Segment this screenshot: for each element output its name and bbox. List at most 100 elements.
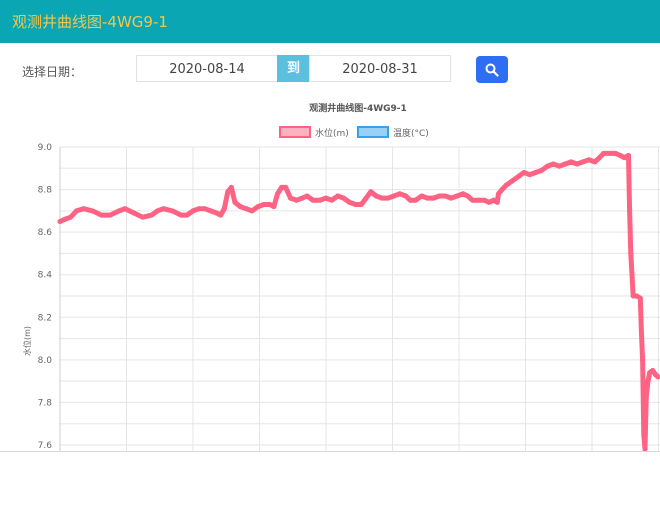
water-level-point — [496, 191, 501, 196]
water-level-point — [323, 196, 328, 201]
water-level-point — [179, 213, 184, 218]
water-level-point — [563, 162, 568, 167]
water-level-point — [613, 151, 618, 156]
water-level-point — [283, 185, 288, 190]
water-level-point — [196, 206, 201, 211]
water-level-point — [202, 206, 207, 211]
water-level-point — [74, 208, 79, 213]
water-level-point — [155, 208, 160, 213]
y-tick-label: 9.0 — [38, 143, 53, 153]
water-level-point — [275, 191, 280, 196]
water-level-point — [108, 213, 113, 218]
water-level-point — [261, 202, 266, 207]
water-level-point — [335, 194, 340, 199]
y-tick-label: 7.8 — [38, 398, 53, 408]
water-level-point — [516, 174, 521, 179]
to-separator: 到 — [277, 55, 310, 82]
water-level-point — [117, 208, 122, 213]
water-level-point — [250, 208, 255, 213]
water-level-point — [374, 194, 379, 199]
water-level-point — [218, 213, 223, 218]
water-level-point — [359, 202, 364, 207]
water-level-point — [628, 251, 633, 256]
water-level-point — [294, 198, 299, 203]
search-button[interactable] — [476, 56, 508, 83]
water-level-point — [644, 396, 649, 401]
water-level-point — [504, 183, 509, 188]
legend-label-water: 水位(m) — [315, 127, 349, 139]
water-level-line — [60, 153, 658, 449]
water-level-point — [229, 185, 234, 190]
water-level-point — [256, 204, 261, 209]
water-level-point — [222, 206, 227, 211]
water-level-point — [627, 208, 632, 213]
water-level-point — [310, 198, 315, 203]
water-level-point — [123, 206, 128, 211]
water-level-point — [640, 357, 645, 362]
legend-swatch-water[interactable] — [280, 127, 310, 137]
start-date-input[interactable]: 2020-08-14 — [136, 55, 278, 82]
date-label: 选择日期： — [22, 63, 82, 80]
water-level-point — [413, 198, 418, 203]
water-level-point — [58, 219, 63, 224]
y-tick-label: 8.2 — [38, 313, 52, 323]
water-level-point — [403, 194, 408, 199]
water-level-point — [455, 194, 460, 199]
water-level-point — [68, 215, 73, 220]
water-level-point — [161, 206, 166, 211]
water-level-point — [408, 198, 413, 203]
water-level-point — [476, 198, 481, 203]
water-level-point — [601, 151, 606, 156]
water-level-point — [646, 379, 651, 384]
water-level-point — [461, 191, 466, 196]
chart-grid — [60, 147, 660, 451]
bottom-panel — [0, 451, 660, 506]
water-level-point — [569, 159, 574, 164]
water-level-point — [81, 206, 86, 211]
water-level-point — [170, 208, 175, 213]
water-level-point — [191, 208, 196, 213]
water-level-point — [437, 194, 442, 199]
water-level-point — [449, 196, 454, 201]
water-level-point — [597, 155, 602, 160]
water-level-point — [149, 213, 154, 218]
water-level-point — [527, 172, 532, 177]
water-level-point — [329, 198, 334, 203]
water-level-point — [641, 432, 646, 437]
water-level-point — [630, 272, 635, 277]
water-level-point — [586, 157, 591, 162]
water-level-point — [495, 200, 500, 205]
water-level-point — [419, 194, 424, 199]
water-level-point — [487, 200, 492, 205]
water-level-point — [238, 204, 243, 209]
end-date-input[interactable]: 2020-08-31 — [309, 55, 451, 82]
y-tick-label: 8.6 — [38, 228, 53, 238]
water-level-point — [425, 196, 430, 201]
water-level-point — [318, 198, 323, 203]
water-level-point — [386, 196, 391, 201]
water-level-point — [639, 332, 644, 337]
legend-swatch-temp[interactable] — [358, 127, 388, 137]
water-level-point — [575, 162, 580, 167]
water-level-point — [347, 200, 352, 205]
chart-title: 观测井曲线图-4WG9-1 — [309, 102, 407, 114]
water-level-point — [607, 151, 612, 156]
water-level-point — [545, 164, 550, 169]
water-level-point — [557, 164, 562, 169]
water-level-point — [521, 170, 526, 175]
water-level-point — [581, 159, 586, 164]
series-water-level — [58, 151, 660, 452]
water-level-point — [244, 206, 249, 211]
y-tick-label: 8.4 — [38, 271, 53, 281]
water-level-point — [443, 194, 448, 199]
y-tick-label: 8.0 — [38, 356, 53, 366]
water-level-point — [288, 196, 293, 201]
water-level-point — [208, 208, 213, 213]
water-level-point — [364, 196, 369, 201]
water-level-point — [90, 208, 95, 213]
water-level-point — [533, 170, 538, 175]
water-level-point — [539, 168, 544, 173]
water-level-point — [470, 198, 475, 203]
water-level-point — [397, 191, 402, 196]
water-level-point — [638, 296, 643, 301]
